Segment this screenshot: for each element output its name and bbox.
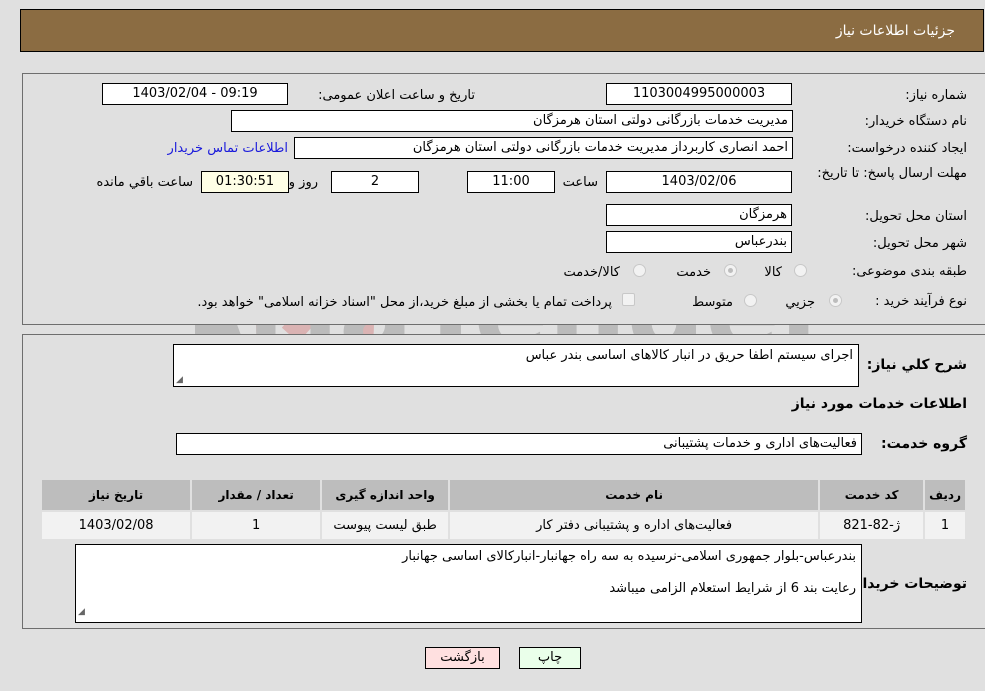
remaining-time-field: 01:30:51 <box>201 171 289 193</box>
col-quantity: تعداد / مقدار <box>190 478 323 512</box>
buyer-org-label: نام دستگاه خریدار: <box>864 114 967 129</box>
cell-unit: طبق لیست پیوست <box>320 510 451 541</box>
deadline-time-label: ساعت <box>562 175 598 190</box>
days-label: روز و <box>288 175 318 190</box>
service-group-label: گروه خدمت: <box>881 436 967 452</box>
requester-field: احمد انصاری کاربرداز مدیریت خدمات بازرگا… <box>294 137 793 159</box>
category-label: طبقه بندی موضوعی: <box>851 264 967 279</box>
col-service-code: کد خدمت <box>818 478 926 512</box>
services-table: ردیف کد خدمت نام خدمت واحد اندازه گیری ت… <box>39 478 967 541</box>
print-button[interactable]: چاپ <box>519 647 581 669</box>
cell-service-code: ژ-82-821 <box>818 510 926 541</box>
category-service-radio[interactable] <box>724 264 737 277</box>
col-row-number: ردیف <box>923 478 967 512</box>
description-label: شرح کلي نیاز: <box>866 357 967 373</box>
buyer-notes-textarea[interactable]: بندرعباس-بلوار جمهوری اسلامی-نرسیده به س… <box>75 544 862 623</box>
buyer-org-field: مدیریت خدمات بازرگانی دولتی استان هرمزگا… <box>231 110 793 132</box>
need-number-field: 1103004995000003 <box>606 83 792 105</box>
cell-quantity: 1 <box>190 510 323 541</box>
table-row: 1 ژ-82-821 فعالیت‌های اداره و پشتیبانی د… <box>39 510 967 541</box>
buyer-notes-line-1: بندرعباس-بلوار جمهوری اسلامی-نرسیده به س… <box>402 549 856 564</box>
resize-grip-icon[interactable]: ◢ <box>78 603 85 621</box>
treasury-note: پرداخت تمام یا بخشی از مبلغ خرید،از محل … <box>197 295 612 310</box>
category-goods-label: کالا <box>764 265 782 280</box>
back-button[interactable]: بازگشت <box>425 647 500 669</box>
col-unit: واحد اندازه گیری <box>320 478 451 512</box>
buyer-contact-link[interactable]: اطلاعات تماس خریدار <box>168 141 288 156</box>
process-label: نوع فرآیند خرید : <box>875 294 967 309</box>
deadline-date-field: 1403/02/06 <box>606 171 792 193</box>
cell-service-name: فعالیت‌های اداره و پشتیبانی دفتر کار <box>448 510 821 541</box>
process-medium-radio[interactable] <box>744 294 757 307</box>
category-service-label: خدمت <box>676 265 711 280</box>
announce-label: تاریخ و ساعت اعلان عمومی: <box>318 88 475 103</box>
deadline-time-field: 11:00 <box>467 171 555 193</box>
requester-label: ایجاد کننده درخواست: <box>847 141 967 156</box>
cell-need-date: 1403/02/08 <box>39 510 193 541</box>
remaining-time-label: ساعت باقي مانده <box>96 175 193 190</box>
service-group-field: فعالیت‌های اداری و خدمات پشتیبانی <box>176 433 862 455</box>
announce-datetime-field: 1403/02/04 - 09:19 <box>102 83 288 105</box>
buyer-notes-line-2: رعایت بند 6 از شرایط استعلام الزامی میبا… <box>609 581 856 596</box>
process-partial-radio[interactable] <box>829 294 842 307</box>
deadline-label: مهلت ارسال پاسخ: تا تاریخ: <box>817 166 967 181</box>
category-goods-service-radio[interactable] <box>633 264 646 277</box>
province-label: استان محل تحویل: <box>865 209 967 224</box>
buyer-notes-label: توضیحات خریدار: <box>848 576 967 592</box>
description-textarea[interactable]: اجرای سیستم اطفا حریق در انبار کالاهای ا… <box>173 344 859 387</box>
resize-grip-icon[interactable]: ◢ <box>176 375 183 385</box>
table-header-row: ردیف کد خدمت نام خدمت واحد اندازه گیری ت… <box>39 478 967 512</box>
days-remaining-field: 2 <box>331 171 419 193</box>
treasury-checkbox[interactable] <box>622 293 635 306</box>
city-field: بندرعباس <box>606 231 792 253</box>
col-need-date: تاریخ نیاز <box>39 478 193 512</box>
province-field: هرمزگان <box>606 204 792 226</box>
process-partial-label: جزیي <box>785 295 815 310</box>
process-medium-label: متوسط <box>692 295 733 310</box>
need-number-label: شماره نیاز: <box>905 88 967 103</box>
col-service-name: نام خدمت <box>448 478 821 512</box>
category-goods-radio[interactable] <box>794 264 807 277</box>
category-goods-service-label: کالا/خدمت <box>563 265 620 280</box>
services-heading: اطلاعات خدمات مورد نیاز <box>791 396 967 412</box>
cell-row-number: 1 <box>923 510 967 541</box>
page-title: جزئیات اطلاعات نیاز <box>835 23 955 39</box>
city-label: شهر محل تحویل: <box>872 236 967 251</box>
description-text: اجرای سیستم اطفا حریق در انبار کالاهای ا… <box>525 348 853 363</box>
page-header: جزئیات اطلاعات نیاز <box>20 9 984 52</box>
